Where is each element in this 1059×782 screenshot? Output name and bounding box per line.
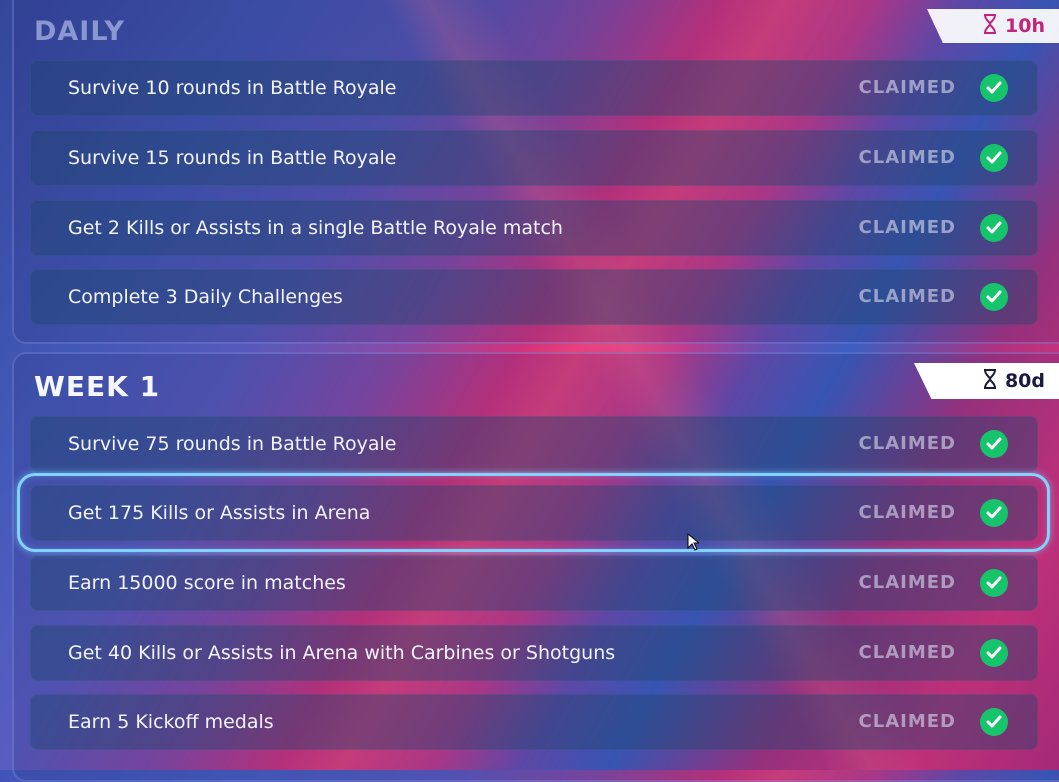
checkmark-circle-icon xyxy=(980,144,1008,172)
row-side-label xyxy=(44,635,54,671)
checkmark-circle-icon xyxy=(980,708,1008,736)
checkmark-circle-icon xyxy=(980,569,1008,597)
row-side-label xyxy=(44,140,54,176)
checkmark-circle-icon xyxy=(980,214,1008,242)
claimed-status: CLAIMED xyxy=(858,286,956,307)
challenge-text: Survive 10 rounds in Battle Royale xyxy=(68,77,397,99)
challenge-row[interactable]: Get 2 Kills or Assists in a single Battl… xyxy=(30,200,1038,256)
challenge-text: Complete 3 Daily Challenges xyxy=(68,286,343,308)
daily-timer-value: 10h xyxy=(1005,15,1045,37)
challenge-row[interactable]: Survive 10 rounds in Battle Royale CLAIM… xyxy=(30,60,1038,116)
row-side-label xyxy=(44,426,54,462)
daily-timer-badge: 10h xyxy=(927,9,1059,43)
claimed-status: CLAIMED xyxy=(858,217,956,238)
row-side-label xyxy=(44,279,54,315)
challenge-row[interactable]: Complete 3 Daily Challenges CLAIMED xyxy=(30,269,1038,325)
challenge-text: Get 2 Kills or Assists in a single Battl… xyxy=(68,217,563,239)
challenge-text: Get 40 Kills or Assists in Arena with Ca… xyxy=(68,642,616,664)
row-side-label xyxy=(44,565,54,601)
challenge-text: Earn 15000 score in matches xyxy=(68,572,346,594)
week-timer-badge: 80d xyxy=(914,363,1059,399)
mouse-cursor-icon xyxy=(687,532,701,555)
daily-section-title: DAILY xyxy=(34,16,125,47)
claimed-status: CLAIMED xyxy=(858,642,956,663)
checkmark-circle-icon xyxy=(980,283,1008,311)
claimed-status: CLAIMED xyxy=(858,502,956,523)
challenge-row[interactable]: Get 40 Kills or Assists in Arena with Ca… xyxy=(30,625,1038,681)
week-section-title: WEEK 1 xyxy=(34,370,161,403)
claimed-status: CLAIMED xyxy=(858,711,956,732)
checkmark-circle-icon xyxy=(980,499,1008,527)
claimed-status: CLAIMED xyxy=(858,77,956,98)
challenge-row[interactable]: Earn 5 Kickoff medals CLAIMED xyxy=(30,694,1038,750)
challenge-text: Earn 5 Kickoff medals xyxy=(68,711,274,733)
week-timer-value: 80d xyxy=(1004,370,1045,392)
challenge-row-selected[interactable]: Get 175 Kills or Assists in Arena CLAIME… xyxy=(30,485,1038,541)
claimed-status: CLAIMED xyxy=(858,433,956,454)
checkmark-circle-icon xyxy=(980,639,1008,667)
claimed-status: CLAIMED xyxy=(858,147,956,168)
hourglass-icon xyxy=(983,368,997,394)
challenge-row[interactable]: Survive 75 rounds in Battle Royale CLAIM… xyxy=(30,416,1038,472)
row-side-label xyxy=(44,70,54,106)
claimed-status: CLAIMED xyxy=(858,572,956,593)
challenge-text: Survive 75 rounds in Battle Royale xyxy=(68,433,397,455)
hourglass-icon xyxy=(983,13,997,39)
row-side-label xyxy=(44,495,54,531)
row-side-label xyxy=(44,704,54,740)
challenge-row[interactable]: Earn 15000 score in matches CLAIMED xyxy=(30,555,1038,611)
row-side-label xyxy=(44,210,54,246)
challenge-row[interactable]: Survive 15 rounds in Battle Royale CLAIM… xyxy=(30,130,1038,186)
checkmark-circle-icon xyxy=(980,74,1008,102)
checkmark-circle-icon xyxy=(980,430,1008,458)
challenge-text: Survive 15 rounds in Battle Royale xyxy=(68,147,397,169)
challenge-text: Get 175 Kills or Assists in Arena xyxy=(68,502,371,524)
